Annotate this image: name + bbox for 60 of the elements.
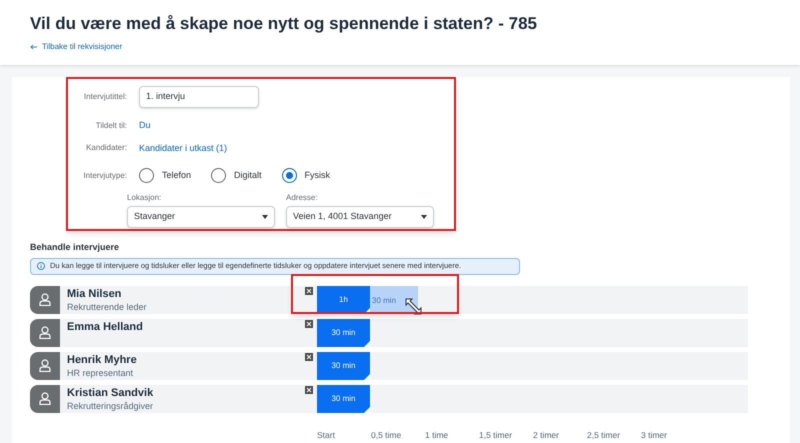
slot-duration: 30 min — [331, 392, 356, 404]
field-label: Tildelt til: — [94, 120, 127, 132]
timeline-label: 3 timer — [641, 428, 668, 442]
slot-duration: 1h — [339, 294, 348, 306]
field-label: Kandidater: — [85, 142, 127, 154]
select-label: Lokasjon: — [127, 192, 162, 204]
person-icon — [39, 392, 51, 405]
person-icon — [39, 326, 51, 339]
time-slot[interactable]: 30 min — [317, 318, 370, 346]
caret-icon — [262, 215, 268, 219]
resize-handle-icon[interactable] — [364, 374, 370, 380]
page-title: Vil du være med å skape noe nytt og spennende i staten? - 785 — [30, 13, 538, 35]
section-title: Behandle intervjuere — [30, 241, 120, 254]
radio-label: Digitalt — [234, 168, 262, 182]
resize-handle-icon[interactable] — [364, 406, 370, 412]
interviewer-role: Rekrutterende leder — [67, 300, 148, 312]
resize-cursor-icon — [405, 298, 422, 314]
interviewer-name: Henrik Myhre — [67, 354, 138, 366]
back-link[interactable]: Tilbake til rekvisisjoner — [30, 41, 122, 53]
timeline-label: 1,5 timer — [479, 428, 514, 442]
slot-duration: 30 min — [331, 326, 356, 338]
radio-button[interactable] — [282, 168, 297, 183]
person-icon — [39, 359, 51, 372]
back-arrow-icon — [30, 44, 37, 50]
interviewer-role: HR representant — [67, 366, 134, 378]
close-icon[interactable] — [305, 286, 313, 294]
time-slot[interactable]: 30 min — [317, 384, 370, 412]
timeline-label: 1 time — [425, 428, 450, 442]
select-field[interactable]: Stavanger — [127, 206, 275, 228]
candidates-link[interactable]: Kandidater i utkast (1) — [139, 142, 454, 155]
radio-button[interactable] — [211, 168, 226, 183]
resize-handle-icon[interactable] — [364, 340, 370, 346]
time-slot[interactable]: 30 min — [317, 352, 370, 380]
resize-handle-icon[interactable] — [364, 308, 370, 314]
select-label: Adresse: — [286, 192, 319, 204]
timeline-label: Start — [317, 428, 336, 442]
timeline-label: 2 timer — [533, 428, 560, 442]
close-icon[interactable] — [305, 386, 313, 394]
caret-icon — [421, 215, 427, 219]
assignee-link[interactable]: Du — [139, 119, 454, 132]
field-label: Intervjutype: — [82, 170, 127, 182]
radio-button[interactable] — [139, 168, 154, 183]
close-icon[interactable] — [305, 352, 313, 360]
select-field[interactable]: Veien 1, 4001 Stavanger — [286, 206, 434, 228]
timeline-label: 0,5 time — [371, 428, 402, 442]
interviewer-name: Mia Nilsen — [67, 288, 122, 300]
time-slot[interactable]: 1h — [317, 286, 370, 314]
interviewer-role: Rekrutteringsrådgiver — [67, 400, 154, 412]
field-label: Intervjutittel: — [82, 91, 127, 103]
interviewer-name: Kristian Sandvik — [67, 386, 154, 400]
close-icon[interactable] — [305, 320, 313, 328]
radio-label: Telefon — [162, 168, 192, 182]
person-icon — [39, 293, 51, 306]
slot-duration: 30 min — [331, 360, 356, 372]
radio-label: Fysisk — [304, 168, 330, 182]
info-icon — [37, 262, 45, 270]
title-input[interactable]: 1. intervju — [139, 86, 259, 108]
timeline-label: 2,5 timer — [587, 428, 622, 442]
interviewer-name: Emma Helland — [67, 320, 144, 334]
ghost-duration: 30 min — [372, 294, 396, 306]
